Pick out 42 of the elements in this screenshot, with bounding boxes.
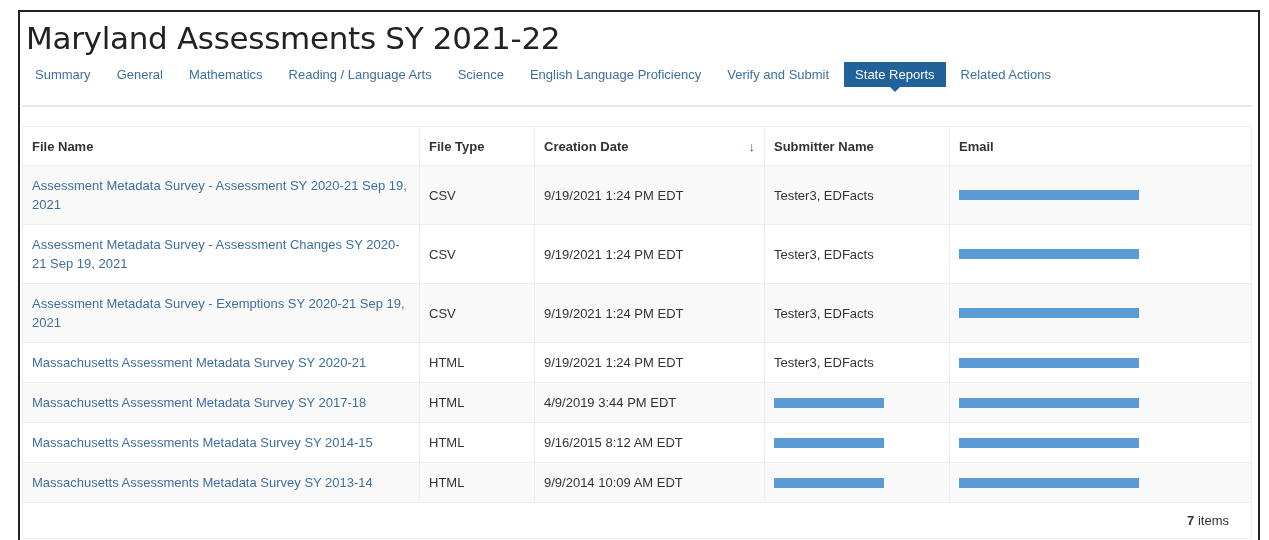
file-link[interactable]: Assessment Metadata Survey - Assessment Changes SY 2020-21 Sep 19, 2021 — [32, 235, 410, 273]
table-cell: 9/19/2021 1:24 PM EDT — [544, 187, 684, 203]
table-cell: CSV — [429, 187, 456, 203]
table-cell: HTML — [429, 355, 465, 370]
table-cell: CSV — [429, 246, 456, 262]
table-cell: HTML — [429, 435, 465, 450]
table-cell: 9/9/2014 10:09 AM EDT — [544, 475, 683, 490]
tab[interactable]: English Language Proficiency — [518, 62, 713, 87]
table-cell: HTML — [429, 475, 465, 490]
file-link[interactable]: Massachusetts Assessments Metadata Survey SY 2014-15 — [32, 433, 373, 452]
table-cell: 9/19/2021 1:24 PM EDT — [544, 355, 684, 370]
tab[interactable]: Science — [446, 62, 515, 87]
table-cell: 9/19/2021 1:24 PM EDT — [544, 305, 684, 321]
sort-indicator[interactable]: ↓ — [748, 138, 755, 154]
tab[interactable]: Mathematics — [177, 62, 274, 87]
tab[interactable]: General — [105, 62, 174, 87]
table-cell: HTML — [429, 395, 465, 410]
column-header[interactable]: File Type — [429, 138, 485, 154]
column-header[interactable]: Submitter Name — [774, 138, 874, 154]
table-cell: Tester3, EDFacts — [774, 187, 874, 203]
file-link[interactable]: Massachusetts Assessment Metadata Survey SY 2017-18 — [32, 393, 367, 412]
file-link[interactable]: Assessment Metadata Survey - Assessment SY 2020-21 Sep 19, 2021 — [32, 176, 410, 214]
file-link[interactable]: Massachusetts Assessment Metadata Survey SY 2020-21 — [32, 353, 367, 372]
column-header[interactable]: Creation Date — [544, 138, 629, 154]
pointer-icon — [889, 87, 900, 92]
table-cell: 4/9/2019 3:44 PM EDT — [544, 395, 677, 410]
table-cell: 9/16/2015 8:12 AM EDT — [544, 435, 683, 450]
tab[interactable]: Verify and Submit — [716, 62, 841, 87]
column-header[interactable]: File Name — [32, 138, 94, 154]
table-cell: Tester3, EDFacts — [774, 355, 874, 370]
file-link[interactable]: Massachusetts Assessments Metadata Survey SY 2013-14 — [32, 473, 373, 492]
column-header[interactable]: Email — [959, 138, 994, 154]
item-count: 7 items — [1187, 513, 1229, 528]
file-link[interactable]: Assessment Metadata Survey - Exemptions SY 2020-21 Sep 19, 2021 — [32, 294, 410, 332]
table-cell: Tester3, EDFacts — [774, 246, 874, 262]
table-cell: Tester3, EDFacts — [774, 305, 874, 321]
table-cell: CSV — [429, 305, 456, 321]
tab[interactable]: Summary — [24, 62, 102, 87]
tab[interactable]: Related Actions — [949, 62, 1062, 87]
page-title: Maryland Assessments SY 2021-22 — [26, 20, 562, 56]
tab[interactable]: Reading / Language Arts — [277, 62, 443, 87]
table-cell: 9/19/2021 1:24 PM EDT — [544, 246, 684, 262]
